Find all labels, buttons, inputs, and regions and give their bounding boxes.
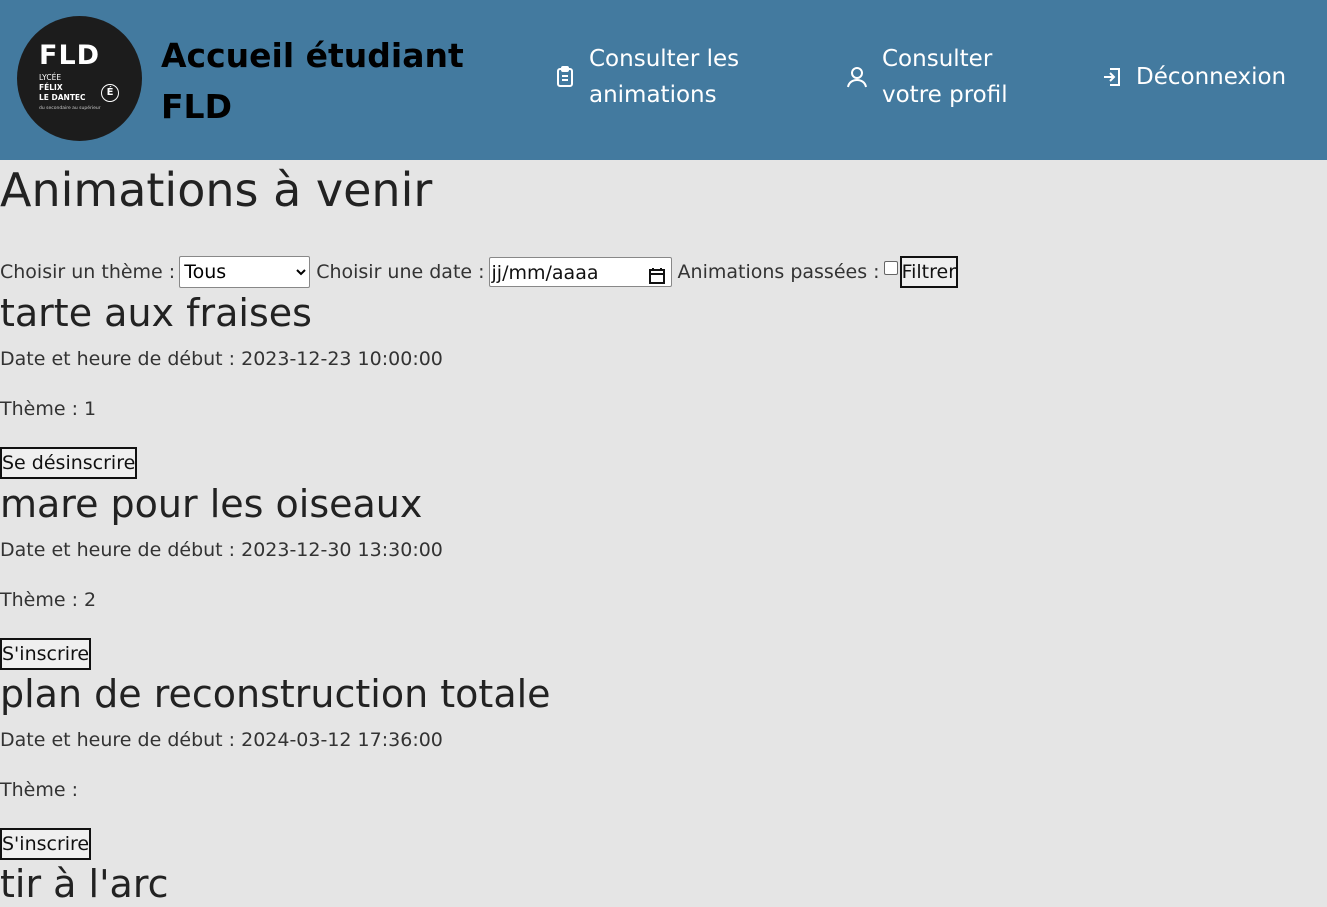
clipboard-icon	[555, 66, 575, 88]
theme-filter-label: Choisir un thème :	[0, 261, 176, 283]
date-input[interactable]: jj/mm/aaaa	[488, 257, 672, 287]
animation-card: mare pour les oiseaux Date et heure de d…	[0, 481, 443, 670]
logout-icon	[1102, 67, 1122, 87]
logout-label: Déconnexion	[1136, 64, 1287, 90]
subscribe-button[interactable]: S'inscrire	[0, 828, 92, 860]
nav-animations-label: Consulter les animations	[589, 46, 740, 108]
subscribe-button[interactable]: S'inscrire	[0, 638, 92, 670]
date-filter-label: Choisir une date :	[316, 261, 485, 283]
logo-school-name: LYCÉE FÉLIX LE DANTEC	[39, 73, 86, 102]
animation-theme: Thème : 2	[0, 589, 97, 611]
animation-card: plan de reconstruction totale Date et he…	[0, 671, 551, 860]
animation-date: Date et heure de début : 2023-12-30 13:3…	[0, 539, 443, 561]
past-checkbox[interactable]	[883, 261, 898, 275]
animation-card: tir à l'arc	[0, 861, 169, 907]
school-logo[interactable]: FLD LYCÉE FÉLIX LE DANTEC É du secondair…	[17, 16, 142, 141]
animation-date: Date et heure de début : 2024-03-12 17:3…	[0, 729, 443, 751]
animation-card: tarte aux fraises Date et heure de début…	[0, 290, 443, 479]
filter-button[interactable]: Filtrer	[899, 256, 959, 288]
animation-theme: Thème : 1	[0, 398, 97, 420]
page-title: Animations à venir	[0, 163, 433, 217]
past-filter-label: Animations passées :	[677, 261, 880, 283]
animation-title: mare pour les oiseaux	[0, 482, 423, 526]
theme-select[interactable]: Tous	[179, 256, 311, 288]
animation-title: tarte aux fraises	[0, 291, 312, 335]
animation-title: plan de reconstruction totale	[0, 672, 551, 716]
site-header: FLD LYCÉE FÉLIX LE DANTEC É du secondair…	[0, 0, 1327, 160]
date-placeholder: jj/mm/aaaa	[491, 262, 599, 284]
filter-form: Choisir un thème : Tous Choisir une date…	[0, 256, 959, 288]
logout-link[interactable]: Déconnexion	[1102, 59, 1286, 95]
site-title: Accueil étudiant FLD	[161, 36, 464, 126]
animation-date: Date et heure de début : 2023-12-23 10:0…	[0, 348, 443, 370]
calendar-icon[interactable]	[648, 264, 666, 294]
logo-e-mark: É	[101, 84, 119, 102]
logo-text: FLD	[39, 40, 101, 71]
animation-title: tir à l'arc	[0, 862, 169, 906]
nav-animations-link[interactable]: Consulter les animations	[555, 41, 745, 113]
user-icon	[846, 66, 868, 88]
unsubscribe-button[interactable]: Se désinscrire	[0, 447, 138, 479]
animation-theme: Thème :	[0, 779, 78, 801]
nav-profile-label: Consulter votre profil	[882, 46, 1008, 108]
nav-profile-link[interactable]: Consulter votre profil	[846, 41, 1016, 113]
logo-tagline: du secondaire au supérieur	[39, 106, 101, 111]
